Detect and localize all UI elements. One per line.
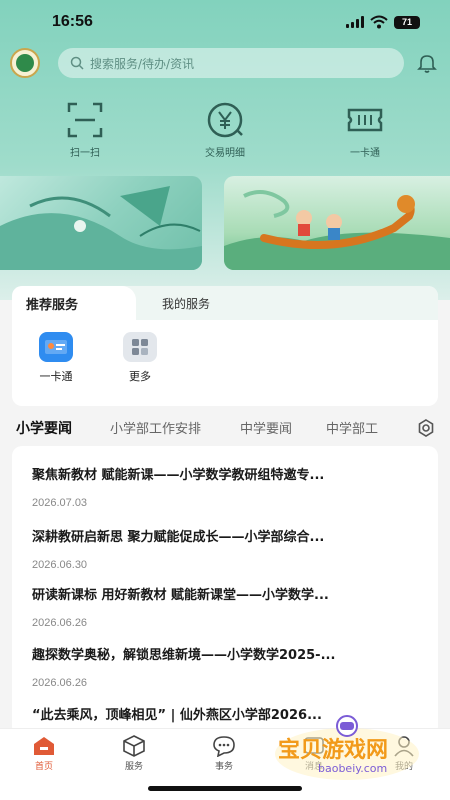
home-icon — [34, 737, 54, 755]
cube-icon — [123, 735, 145, 757]
id-card-icon — [39, 332, 73, 362]
service-item-card[interactable]: 一卡通 — [26, 332, 86, 384]
news-tabs: 小学要闻 小学部工作安排 中学要闻 中学部工 — [0, 412, 450, 442]
bell-icon[interactable] — [416, 52, 438, 74]
quick-action-scan[interactable]: 扫一扫 — [40, 100, 130, 159]
quick-action-card[interactable]: 一卡通 — [320, 100, 410, 159]
quick-action-transactions[interactable]: 交易明细 — [180, 100, 270, 159]
news-title: 深耕教研启新思 聚力赋能促成长——小学部综合... — [32, 530, 325, 545]
yuan-icon — [207, 102, 243, 138]
news-date: 2026.07.03 — [32, 497, 88, 509]
nav-label: 事务 — [214, 762, 233, 772]
tab-secondary-schedule[interactable]: 中学部工 — [326, 418, 378, 437]
watermark-overlay: 宝贝游戏网 baobeiy.com — [272, 712, 422, 782]
news-item[interactable]: 聚焦新教材 赋能新课——小学数学教研组特邀专... 2026.07.03 — [32, 464, 422, 509]
banner-image-right[interactable] — [224, 176, 450, 270]
signal-icon — [346, 16, 364, 28]
top-bar: 搜索服务/待办/资讯 — [0, 46, 450, 80]
service-label: 一卡通 — [39, 370, 73, 383]
tab-secondary-news[interactable]: 中学要闻 — [240, 418, 292, 437]
news-title: 聚焦新教材 赋能新课——小学数学教研组特邀专... — [32, 468, 325, 483]
news-date: 2026.06.26 — [32, 617, 88, 629]
news-date: 2026.06.26 — [32, 677, 88, 689]
service-item-more[interactable]: 更多 — [110, 332, 170, 384]
search-input[interactable]: 搜索服务/待办/资讯 — [58, 48, 404, 78]
tab-recommended-services[interactable]: 推荐服务 — [12, 286, 136, 320]
nav-label: 服务 — [124, 762, 143, 772]
search-placeholder: 搜索服务/待办/资讯 — [90, 56, 195, 71]
settings-icon[interactable] — [416, 418, 436, 438]
quick-action-label: 交易明细 — [205, 148, 245, 159]
nav-label: 首页 — [34, 762, 53, 772]
search-icon — [70, 56, 84, 70]
battery-icon: 71 — [394, 15, 420, 29]
tab-primary-schedule[interactable]: 小学部工作安排 — [110, 418, 201, 437]
zongzi-illustration — [0, 186, 202, 270]
services-card: 推荐服务 我的服务 一卡通 更多 — [12, 286, 438, 406]
home-indicator — [148, 786, 302, 791]
news-title: 研读新课标 用好新教材 赋能新课堂——小学数学... — [32, 588, 329, 603]
tab-my-services[interactable]: 我的服务 — [162, 286, 210, 320]
status-time: 16:56 — [52, 13, 93, 30]
news-list: 聚焦新教材 赋能新课——小学数学教研组特邀专... 2026.07.03 深耕教… — [12, 446, 438, 736]
card-ticket-icon — [347, 108, 383, 132]
news-item[interactable]: 深耕教研启新思 聚力赋能促成长——小学部综合... 2026.06.30 — [32, 526, 422, 571]
news-item[interactable]: 趣探数学奥秘，解锁思维新境——小学数学2025-... 2026.06.26 — [32, 644, 422, 689]
news-title: 趣探数学奥秘，解锁思维新境——小学数学2025-... — [32, 648, 336, 663]
dragon-boat-illustration — [224, 190, 450, 270]
nav-affairs[interactable]: 事务 — [194, 735, 254, 772]
banner-image-left[interactable] — [0, 176, 202, 270]
news-item[interactable]: 研读新课标 用好新教材 赋能新课堂——小学数学... 2026.06.26 — [32, 584, 422, 629]
nav-services[interactable]: 服务 — [104, 735, 164, 772]
school-logo — [10, 48, 40, 78]
status-bar: 16:56 71 — [0, 0, 450, 44]
wifi-icon — [370, 15, 388, 29]
watermark-title: 宝贝游戏网 — [278, 738, 389, 763]
tab-primary-news[interactable]: 小学要闻 — [16, 418, 72, 438]
quick-action-label: 扫一扫 — [70, 148, 100, 159]
status-icons: 71 — [346, 15, 420, 29]
news-date: 2026.06.30 — [32, 559, 88, 571]
watermark-url: baobeiy.com — [318, 762, 388, 775]
service-label: 更多 — [129, 370, 151, 383]
quick-action-label: 一卡通 — [350, 148, 380, 159]
chat-icon — [213, 736, 235, 757]
scan-icon — [67, 102, 103, 138]
services-tabs: 推荐服务 我的服务 — [12, 286, 438, 320]
nav-home[interactable]: 首页 — [14, 735, 74, 772]
grid-more-icon — [123, 332, 157, 362]
quick-actions: 扫一扫 交易明细 一卡通 — [0, 100, 450, 160]
